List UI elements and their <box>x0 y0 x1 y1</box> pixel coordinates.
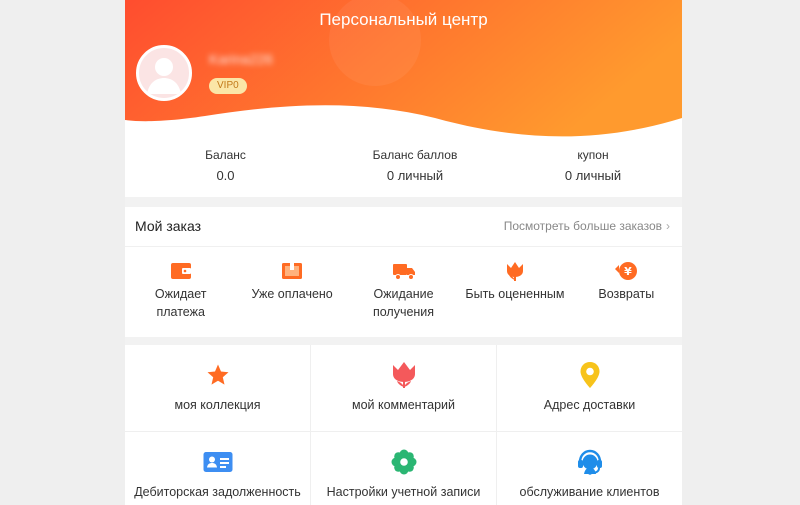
tile-label: мой комментарий <box>351 398 456 412</box>
tulip-icon <box>392 362 415 388</box>
my-orders-section: Мой заказ Посмотреть больше заказов › Ожи… <box>125 207 682 337</box>
chevron-right-icon: › <box>666 219 670 233</box>
order-status-label: Ожидание получения <box>372 287 435 319</box>
id-card-icon <box>203 452 232 472</box>
order-status-label: Ожидает платежа <box>154 287 207 319</box>
gear-icon <box>391 449 416 475</box>
page-title: Персональный центр <box>319 10 488 29</box>
tile-label: обслуживание клиентов <box>519 485 660 499</box>
order-status-to-be-rated[interactable]: Быть оцененным <box>459 257 570 321</box>
stat-coupon[interactable]: купон 0 личный <box>504 137 682 197</box>
stat-value: 0 личный <box>564 168 622 183</box>
stat-label: Баланс баллов <box>372 148 458 162</box>
star-icon <box>207 364 228 385</box>
order-status-returns[interactable]: ¥ Возвраты <box>571 257 682 321</box>
tulip-icon <box>506 262 523 281</box>
orders-title: Мой заказ <box>135 218 202 234</box>
truck-icon <box>392 264 415 280</box>
vip-badge: VIP0 <box>209 78 247 94</box>
yen-return-icon: ¥ <box>615 262 638 280</box>
order-status-awaiting-receipt[interactable]: Ожидание получения <box>348 257 459 321</box>
order-status-label: Уже оплачено <box>251 287 333 301</box>
stat-value: 0.0 <box>216 168 235 183</box>
stat-points[interactable]: Баланс баллов 0 личный <box>326 137 504 197</box>
headset-icon <box>577 449 602 475</box>
wallet-icon <box>170 263 191 279</box>
tile-label: Дебиторская задолженность <box>134 485 301 499</box>
avatar[interactable] <box>136 45 192 101</box>
tile-label: моя коллекция <box>174 398 261 412</box>
delivery-address-tile[interactable]: Адрес доставки <box>497 345 682 431</box>
paid-box-icon <box>282 263 303 279</box>
order-status-label: Возвраты <box>598 287 655 301</box>
location-pin-icon <box>580 362 599 388</box>
username: Karina226 <box>209 51 273 67</box>
svg-text:¥: ¥ <box>625 265 633 278</box>
order-status-awaiting-payment[interactable]: Ожидает платежа <box>125 257 236 321</box>
tile-label: Адрес доставки <box>543 398 636 412</box>
customer-service-tile[interactable]: обслуживание клиентов <box>497 432 682 505</box>
stat-balance[interactable]: Баланс 0.0 <box>125 137 326 197</box>
user-silhouette-icon <box>147 58 181 94</box>
balance-stats: Баланс 0.0 Баланс баллов 0 личный купон … <box>125 137 682 197</box>
services-grid: моя коллекция мой комментарий Адрес дост… <box>125 345 682 505</box>
orders-header: Мой заказ Посмотреть больше заказов › <box>125 207 682 247</box>
account-settings-tile[interactable]: Настройки учетной записи <box>311 432 496 505</box>
tile-label: Настройки учетной записи <box>326 485 481 499</box>
my-collection-tile[interactable]: моя коллекция <box>125 345 310 431</box>
personal-center-page: Персональный центр Karina226 VIP0 Баланс… <box>125 0 682 505</box>
receivables-tile[interactable]: Дебиторская задолженность <box>125 432 310 505</box>
stat-value: 0 личный <box>386 168 444 183</box>
order-status-paid[interactable]: Уже оплачено <box>236 257 347 321</box>
stat-label: купон <box>577 148 609 162</box>
profile-header: Персональный центр Karina226 VIP0 <box>125 0 682 137</box>
view-more-label: Посмотреть больше заказов <box>503 219 662 233</box>
view-more-orders-link[interactable]: Посмотреть больше заказов › <box>504 219 670 233</box>
stat-label: Баланс <box>205 148 246 162</box>
my-comments-tile[interactable]: мой комментарий <box>311 345 496 431</box>
order-status-label: Быть оцененным <box>465 287 565 301</box>
